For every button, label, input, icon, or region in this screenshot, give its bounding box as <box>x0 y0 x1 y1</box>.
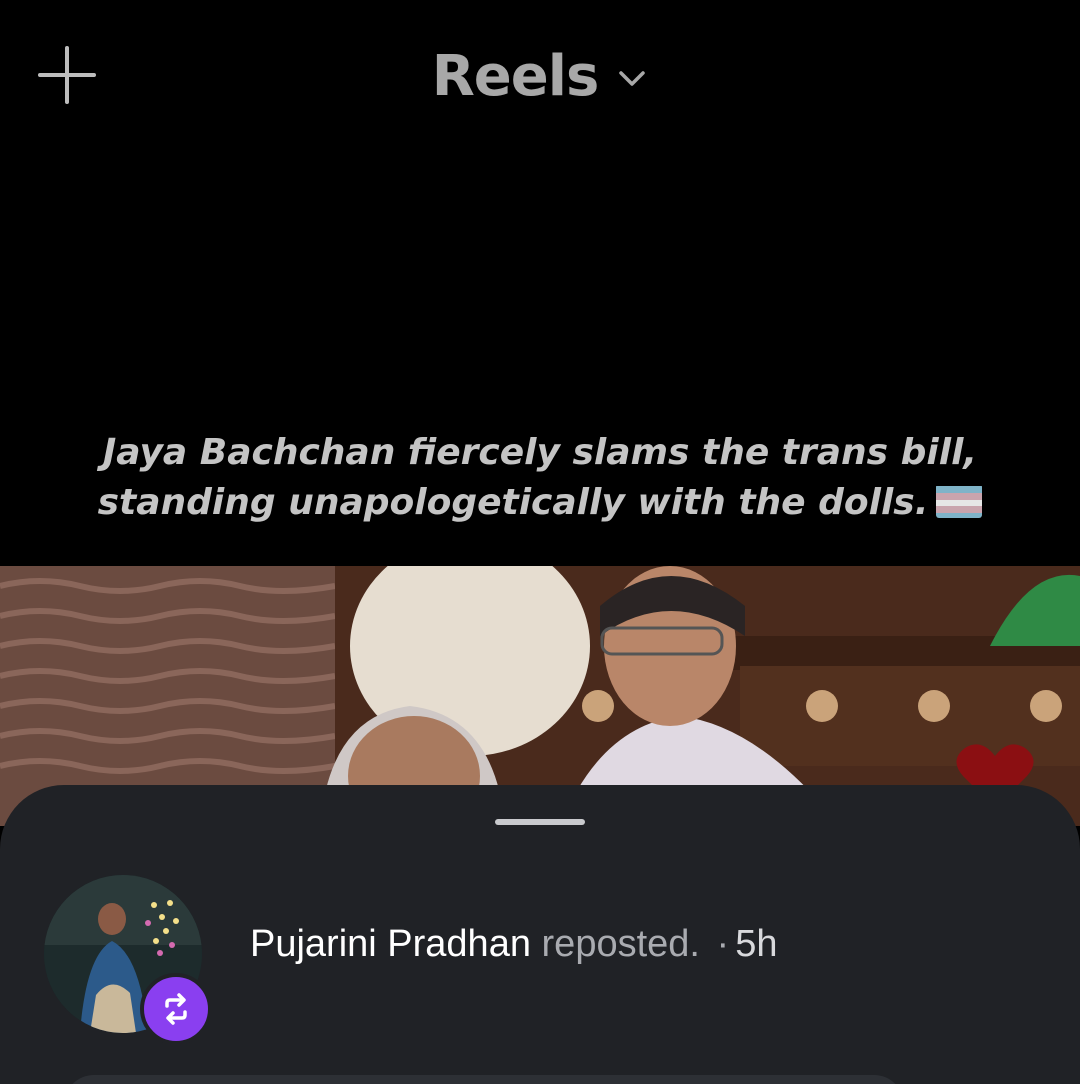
bottom-sheet: Pujarini Pradhan reposted. · 5h <box>0 785 1080 1084</box>
repost-action-text: reposted. <box>541 923 700 965</box>
caption-line-1: Jaya Bachchan fiercely slams the trans b… <box>102 432 978 473</box>
page-title: Reels <box>431 43 600 109</box>
repost-badge <box>140 973 212 1045</box>
transgender-flag-icon <box>936 484 983 518</box>
separator-dot: · <box>716 923 730 965</box>
reels-screen: Reels Jaya Bachchan fiercely slams the t… <box>0 0 1080 1084</box>
caption-line-2-wrap: standing unapologetically with the dolls… <box>0 478 1080 528</box>
author-name[interactable]: Pujarini Pradhan <box>250 923 531 965</box>
feed-selector[interactable]: Reels <box>0 40 1080 112</box>
repost-info: Pujarini Pradhan reposted. · 5h <box>250 923 777 966</box>
sheet-drag-handle[interactable] <box>495 819 585 825</box>
next-item-edge <box>64 1075 904 1084</box>
caption-line-2: standing unapologetically with the dolls… <box>97 482 929 523</box>
top-bar: Reels <box>0 0 1080 150</box>
post-time: 5h <box>735 923 778 965</box>
chevron-down-icon <box>619 71 646 86</box>
repost-icon <box>165 993 187 1025</box>
reel-caption: Jaya Bachchan fiercely slams the trans b… <box>0 428 1080 528</box>
